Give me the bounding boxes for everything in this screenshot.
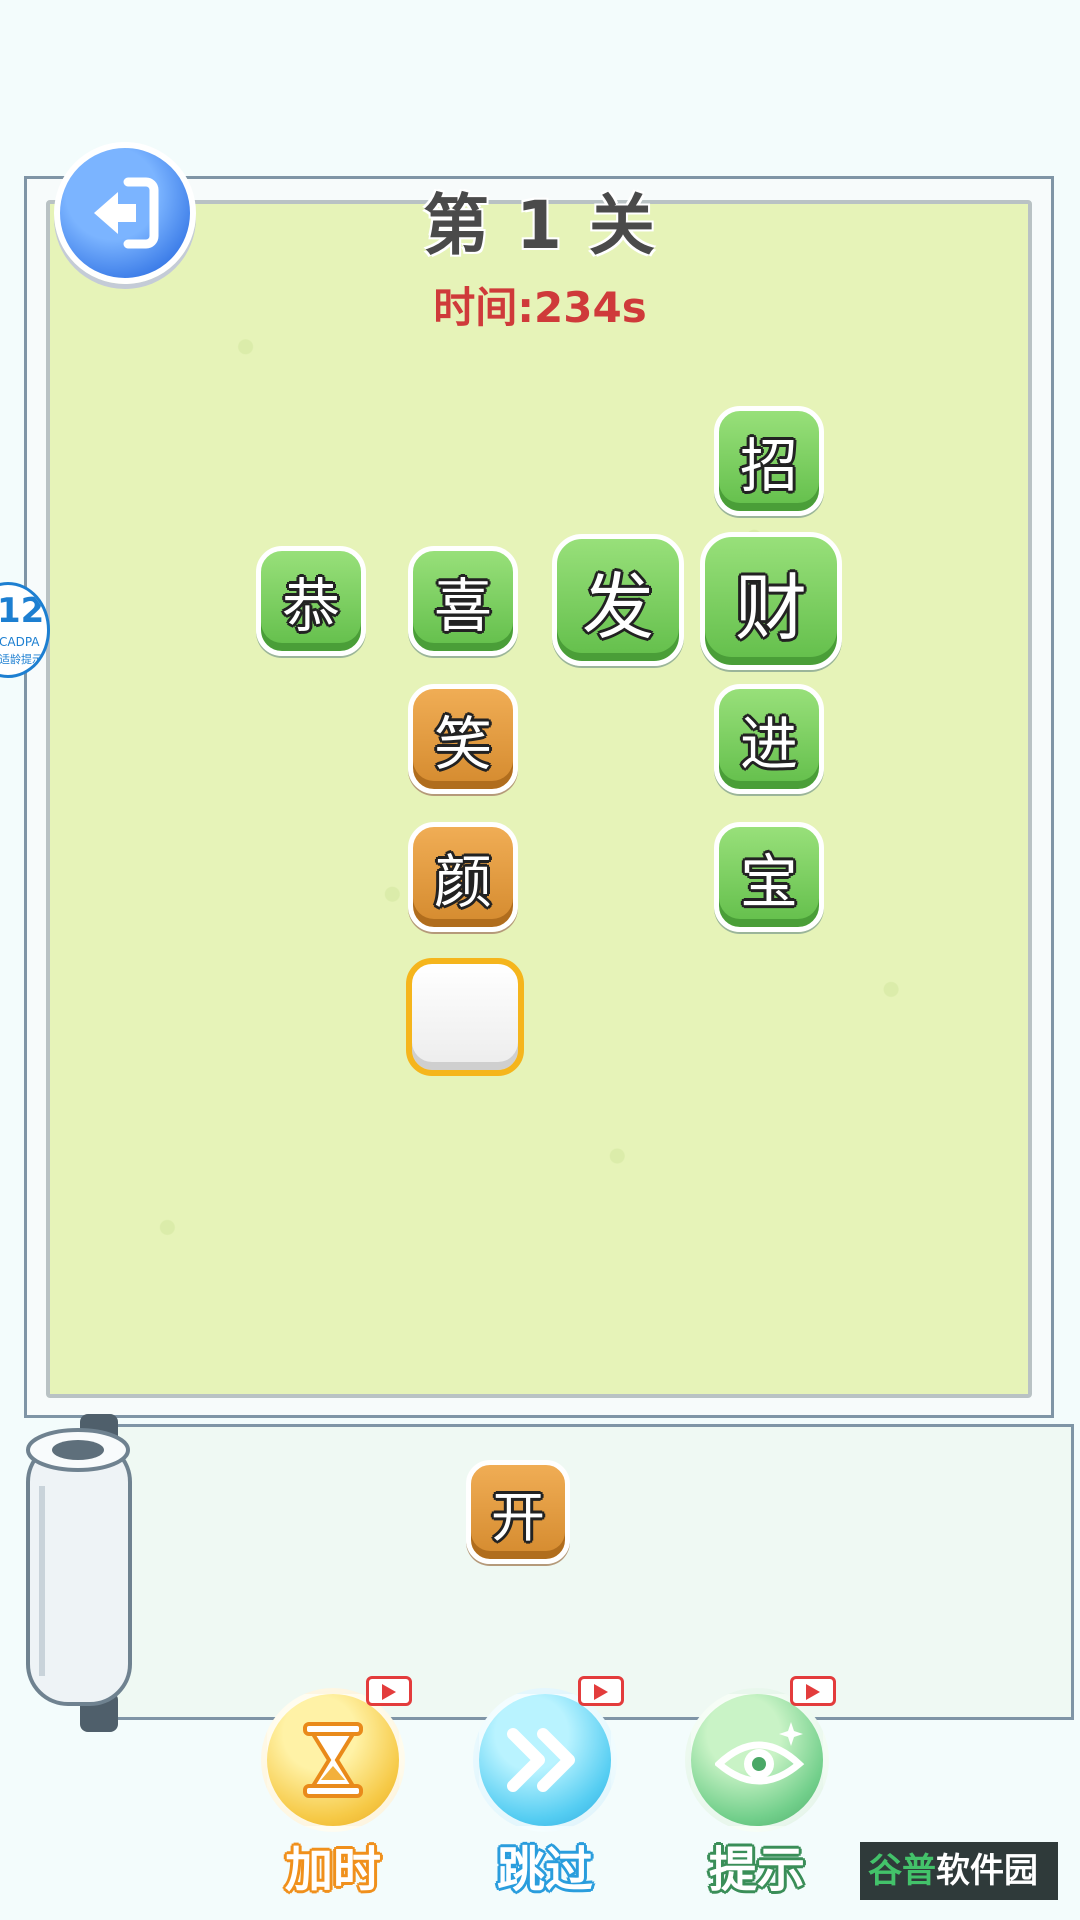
scroll-roller-icon — [26, 1414, 132, 1732]
skip-ball — [473, 1688, 617, 1832]
exit-button[interactable] — [54, 142, 196, 284]
watermark-part1: 谷普 — [868, 1851, 936, 1891]
add-time-label: 加时 — [284, 1842, 381, 1898]
board-tile[interactable]: 喜 — [408, 546, 518, 656]
watermark-logo: 谷普软件园 — [860, 1842, 1058, 1900]
age-rating: 12+ — [0, 591, 47, 631]
empty-answer-slot[interactable] — [406, 958, 524, 1076]
hint-button[interactable]: 提示 — [682, 1676, 836, 1920]
board-tile[interactable]: 财 — [700, 532, 842, 670]
board-tile[interactable]: 恭 — [256, 546, 366, 656]
hint-label: 提示 — [708, 1842, 805, 1898]
game-screen: 第 1 关 时间:234s 12+ CADPA 适龄提示 招 恭 喜 发 财 笑… — [0, 0, 1080, 1920]
puzzle-board — [46, 200, 1032, 1398]
level-title: 第 1 关 — [423, 187, 657, 264]
skip-button[interactable]: 跳过 — [470, 1676, 624, 1920]
board-tile[interactable]: 进 — [714, 684, 824, 794]
rating-org: CADPA — [0, 635, 40, 649]
exit-icon — [94, 177, 159, 249]
fast-forward-icon — [507, 1728, 575, 1792]
hourglass-icon — [303, 1722, 363, 1798]
add-time-button[interactable]: 加时 — [258, 1676, 412, 1920]
age-rating-badge: 12+ CADPA 适龄提示 — [0, 582, 50, 678]
board-tile[interactable]: 笑 — [408, 684, 518, 794]
watermark-part2: 软件园 — [936, 1851, 1038, 1891]
video-ad-icon — [366, 1676, 412, 1706]
rating-note: 适龄提示 — [0, 653, 43, 666]
video-ad-icon — [578, 1676, 624, 1706]
board-tile[interactable]: 颜 — [408, 822, 518, 932]
video-ad-icon — [790, 1676, 836, 1706]
board-tile[interactable]: 宝 — [714, 822, 824, 932]
countdown-timer: 时间:234s — [433, 283, 647, 332]
skip-label: 跳过 — [496, 1842, 593, 1898]
tray-tile[interactable]: 开 — [466, 1460, 570, 1564]
board-tile[interactable]: 招 — [714, 406, 824, 516]
hint-ball — [685, 1688, 829, 1832]
add-time-ball — [261, 1688, 405, 1832]
board-tile[interactable]: 发 — [552, 534, 684, 666]
eye-icon — [715, 1722, 805, 1785]
